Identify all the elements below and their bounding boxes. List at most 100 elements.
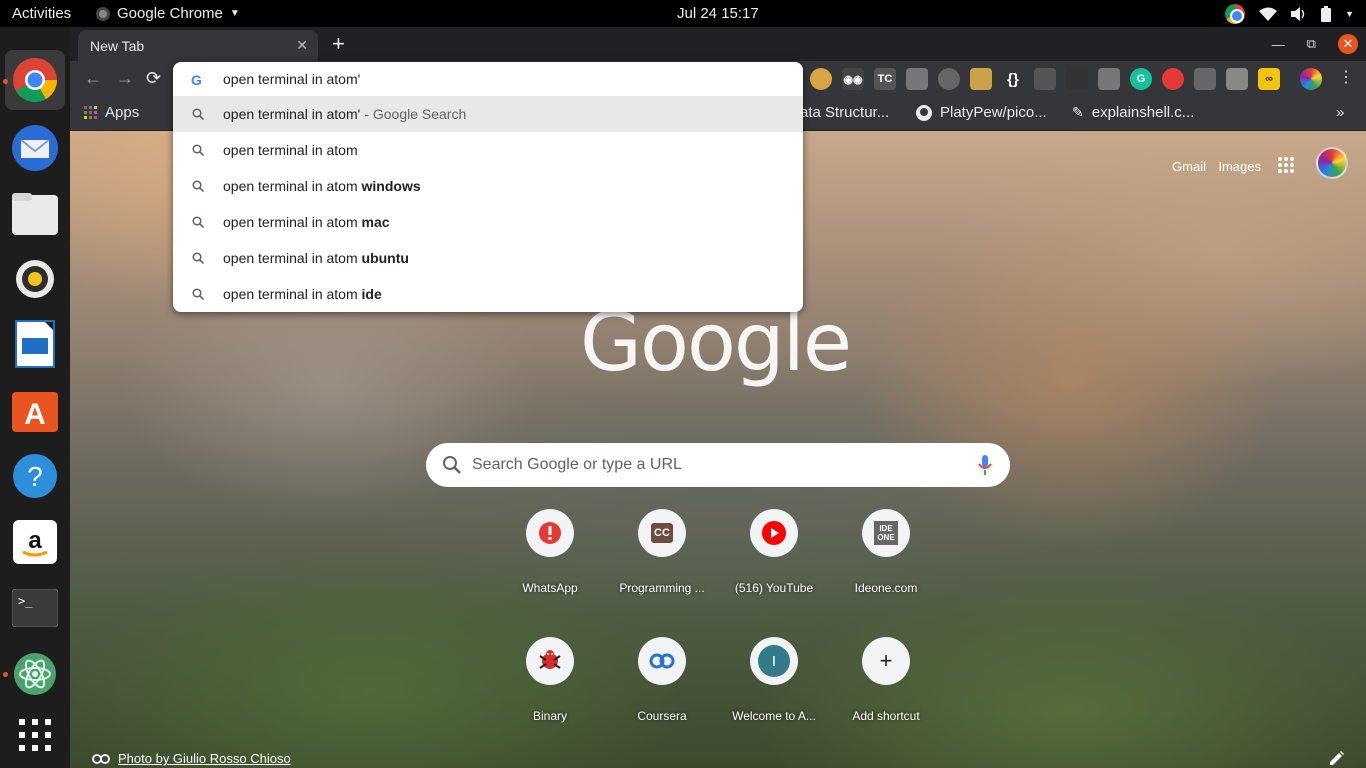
search-icon <box>192 180 204 192</box>
search-placeholder: Search Google or type a URL <box>472 456 682 473</box>
pencil-icon[interactable] <box>1330 751 1344 765</box>
chrome-window: New Tab ✕ + — ⧉ ✕ ← → ⟳ ◉◉ TC {} G ∞ ⋮ A… <box>70 27 1366 768</box>
new-tab-button[interactable]: + <box>332 31 345 57</box>
dock-atom[interactable] <box>10 649 60 699</box>
grid-icon <box>19 719 51 751</box>
shortcut-label: WhatsApp <box>522 581 578 595</box>
cube-extension-icon[interactable] <box>1066 68 1088 90</box>
document-icon <box>15 320 55 368</box>
suggestion-item[interactable]: open terminal in atom ide <box>173 276 803 312</box>
app-menu-label: Google Chrome <box>117 5 223 22</box>
shortcut-label: Binary <box>532 709 567 723</box>
suggestion-item[interactable]: open terminal in atom mac <box>173 204 803 240</box>
dock-software[interactable]: A <box>10 384 60 434</box>
shell-icon: ✎ <box>1072 104 1084 120</box>
svg-text:A: A <box>24 398 46 431</box>
mask-extension-icon[interactable]: ◉◉ <box>842 68 864 90</box>
reload-button[interactable]: ⟳ <box>146 68 161 89</box>
dock-thunderbird[interactable] <box>10 123 60 173</box>
tc-extension-icon[interactable]: TC <box>874 68 896 90</box>
photo-credit-text: Photo by Giulio Rosso Chioso <box>118 751 291 766</box>
suggestion-text: open terminal in atom <box>223 250 362 266</box>
suggestion-completion: mac <box>361 214 390 230</box>
svg-text:a: a <box>28 527 42 554</box>
account-avatar[interactable] <box>1316 147 1348 179</box>
bookmark-platypew[interactable]: PlatyPew/pico... <box>916 104 1047 121</box>
chrome-tray-icon[interactable] <box>1225 4 1246 24</box>
shield-extension-icon[interactable] <box>1098 68 1120 90</box>
suggestion-text: open terminal in atom <box>223 214 362 230</box>
photo-credit-link[interactable]: Photo by Giulio Rosso Chioso <box>92 751 291 766</box>
bookmark-data-structures[interactable]: ata Structur... <box>800 104 889 121</box>
close-tab-icon[interactable]: ✕ <box>296 37 308 54</box>
bookmark-label: Apps <box>105 104 140 121</box>
minimize-button[interactable]: — <box>1272 37 1285 52</box>
shortcut-label: Programming ... <box>619 581 705 595</box>
tab-new-tab[interactable]: New Tab ✕ <box>78 30 318 61</box>
omnibox-input[interactable]: G open terminal in atom' <box>173 62 803 96</box>
pattern-extension-icon[interactable] <box>1226 68 1248 90</box>
android-extension-icon[interactable] <box>906 68 928 90</box>
google-apps-icon[interactable] <box>1278 157 1294 173</box>
back-button[interactable]: ← <box>84 68 102 89</box>
shortcut-ideone[interactable]: IDE ONE Ideone.com <box>830 509 942 621</box>
profile-button[interactable] <box>1300 68 1322 90</box>
dock-amazon[interactable]: a <box>10 517 60 567</box>
microphone-icon[interactable] <box>978 455 992 475</box>
dock-rhythmbox[interactable] <box>10 254 60 304</box>
forward-button[interactable]: → <box>116 68 134 89</box>
bookmark-apps[interactable]: Apps <box>84 104 139 121</box>
whatsapp-icon <box>539 522 561 544</box>
system-tray[interactable]: ▼ <box>1225 4 1354 24</box>
suggestion-item[interactable]: open terminal in atom ubuntu <box>173 240 803 276</box>
suggestion-item[interactable]: open terminal in atom windows <box>173 168 803 204</box>
suggestion-item[interactable]: open terminal in atom' - Google Search <box>173 96 803 132</box>
dock-show-apps[interactable] <box>10 710 60 760</box>
braces-extension-icon[interactable]: {} <box>1002 68 1024 90</box>
bread-extension-icon[interactable] <box>970 68 992 90</box>
suggestion-text: open terminal in atom' <box>223 106 361 122</box>
maximize-button[interactable]: ⧉ <box>1307 36 1316 52</box>
shortcut-binary[interactable]: Binary <box>494 637 606 749</box>
system-top-bar: Activities Google Chrome ▼ Jul 24 15:17 … <box>0 0 1366 27</box>
shortcut-whatsapp[interactable]: WhatsApp <box>494 509 606 621</box>
gmail-link[interactable]: Gmail <box>1172 159 1206 174</box>
chrome-menu-icon[interactable]: ⋮ <box>1338 67 1354 87</box>
red-extension-icon[interactable] <box>1162 68 1184 90</box>
shortcut-label: Welcome to A... <box>732 709 816 723</box>
suggestion-item[interactable]: open terminal in atom <box>173 132 803 168</box>
dock-terminal[interactable]: >_ <box>10 583 60 633</box>
network-extension-icon[interactable] <box>1194 68 1216 90</box>
google-g-icon: G <box>191 72 202 88</box>
shortcut-welcome[interactable]: I Welcome to A... <box>718 637 830 749</box>
volume-icon <box>1291 7 1305 21</box>
shortcut-label: Ideone.com <box>854 581 918 595</box>
shortcut-youtube[interactable]: (516) YouTube <box>718 509 830 621</box>
close-window-button[interactable]: ✕ <box>1338 34 1358 54</box>
circle-extension-icon[interactable] <box>938 68 960 90</box>
cookie-extension-icon[interactable] <box>810 68 832 90</box>
link-extension-icon[interactable]: ∞ <box>1258 68 1280 90</box>
dock-help[interactable]: ? <box>10 451 60 501</box>
shortcut-add[interactable]: + Add shortcut <box>830 637 942 749</box>
shortcut-coursera[interactable]: Coursera <box>606 637 718 749</box>
bookmark-label: ata Structur... <box>800 104 890 121</box>
search-box[interactable]: Search Google or type a URL <box>426 443 1010 487</box>
shortcut-programming[interactable]: CC Programming ... <box>606 509 718 621</box>
suggestion-completion: ubuntu <box>361 250 409 266</box>
app-menu[interactable]: Google Chrome ▼ <box>96 5 240 22</box>
images-link[interactable]: Images <box>1218 159 1261 174</box>
window-controls: — ⧉ ✕ <box>1272 34 1358 54</box>
power-menu-icon: ▼ <box>1345 9 1354 19</box>
wave-extension-icon[interactable] <box>1034 68 1056 90</box>
dock-writer[interactable] <box>10 319 60 369</box>
clock[interactable]: Jul 24 15:17 <box>677 5 759 22</box>
bookmarks-overflow-icon[interactable]: » <box>1336 104 1344 121</box>
extensions-row: ◉◉ TC {} G ∞ <box>810 68 1280 90</box>
activities-button[interactable]: Activities <box>12 5 71 22</box>
github-icon <box>916 104 932 121</box>
dock-files[interactable] <box>10 189 60 239</box>
dock-chrome[interactable] <box>5 50 65 110</box>
bookmark-explainshell[interactable]: ✎ explainshell.c... <box>1072 104 1194 121</box>
grammarly-extension-icon[interactable]: G <box>1130 68 1152 90</box>
